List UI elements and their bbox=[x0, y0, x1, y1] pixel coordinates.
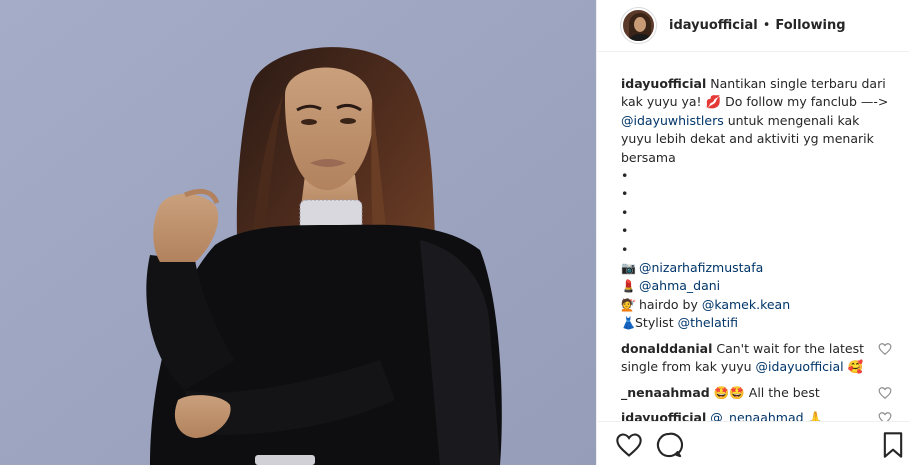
comment-item: _nenaahmad 🤩🤩 All the best bbox=[621, 384, 894, 402]
comment-username[interactable]: donalddanial bbox=[621, 341, 712, 356]
like-heart-icon[interactable] bbox=[615, 431, 643, 459]
like-comment-heart-icon[interactable] bbox=[878, 342, 892, 356]
following-button[interactable]: Following bbox=[775, 18, 845, 33]
caption-mention[interactable]: @idayuwhistlers bbox=[621, 113, 724, 128]
dress-icon: 👗 bbox=[621, 316, 636, 331]
credit-mention[interactable]: @ahma_dani bbox=[639, 278, 720, 293]
credit-mention[interactable]: @kamek.kean bbox=[702, 297, 790, 312]
comment-tail: 🥰 bbox=[843, 359, 864, 375]
header-username[interactable]: idayuofficial bbox=[669, 18, 758, 33]
comment-item: donalddanial Can't wait for the latest s… bbox=[621, 340, 894, 377]
like-comment-heart-icon[interactable] bbox=[878, 411, 892, 421]
post-header: idayuofficial • Following bbox=[597, 0, 909, 52]
caption-bullet: • bbox=[621, 168, 629, 184]
haircut-icon: 💇 bbox=[621, 297, 636, 312]
credit-makeup: 💄 @ahma_dani bbox=[621, 277, 894, 295]
caption: idayuofficial Nantikan single terbaru da… bbox=[621, 75, 894, 333]
post-side-panel: idayuofficial • Following idayuofficial … bbox=[596, 0, 909, 465]
caption-username[interactable]: idayuofficial bbox=[621, 76, 706, 91]
credit-photographer: 📷 @nizarhafizmustafa bbox=[621, 259, 894, 277]
action-bar bbox=[597, 421, 909, 465]
caption-bullet: • bbox=[621, 204, 629, 220]
header-separator: • bbox=[762, 18, 771, 33]
caption-bullet: • bbox=[621, 186, 629, 202]
avatar[interactable] bbox=[621, 8, 656, 43]
comment-item: idayuofficial @_nenaahmad 🙏 bbox=[621, 409, 894, 421]
post-photo[interactable] bbox=[0, 0, 596, 465]
comment-bubble-icon[interactable] bbox=[655, 431, 683, 459]
comment-username[interactable]: idayuofficial bbox=[621, 410, 706, 421]
comment-mention[interactable]: @idayuofficial bbox=[756, 359, 844, 374]
lipstick-icon: 💄 bbox=[621, 279, 636, 294]
like-comment-heart-icon[interactable] bbox=[878, 386, 892, 400]
camera-icon: 📷 bbox=[621, 261, 636, 276]
caption-bullet: • bbox=[621, 223, 629, 239]
credit-hair: 💇 hairdo by @kamek.kean bbox=[621, 296, 894, 314]
post-photo-illustration bbox=[0, 0, 596, 465]
credit-mention[interactable]: @thelatifi bbox=[678, 315, 738, 330]
comments-list[interactable]: idayuofficial Nantikan single terbaru da… bbox=[597, 53, 909, 421]
credit-stylist: 👗Stylist @thelatifi bbox=[621, 314, 894, 332]
caption-bullet: • bbox=[621, 241, 629, 257]
bookmark-icon[interactable] bbox=[881, 431, 905, 459]
comment-mention[interactable]: @_nenaahmad bbox=[710, 410, 803, 421]
comment-text: 🤩🤩 All the best bbox=[709, 384, 820, 400]
comment-tail: 🙏 bbox=[803, 409, 824, 421]
credit-mention[interactable]: @nizarhafizmustafa bbox=[639, 260, 763, 275]
comment-username[interactable]: _nenaahmad bbox=[621, 385, 710, 400]
